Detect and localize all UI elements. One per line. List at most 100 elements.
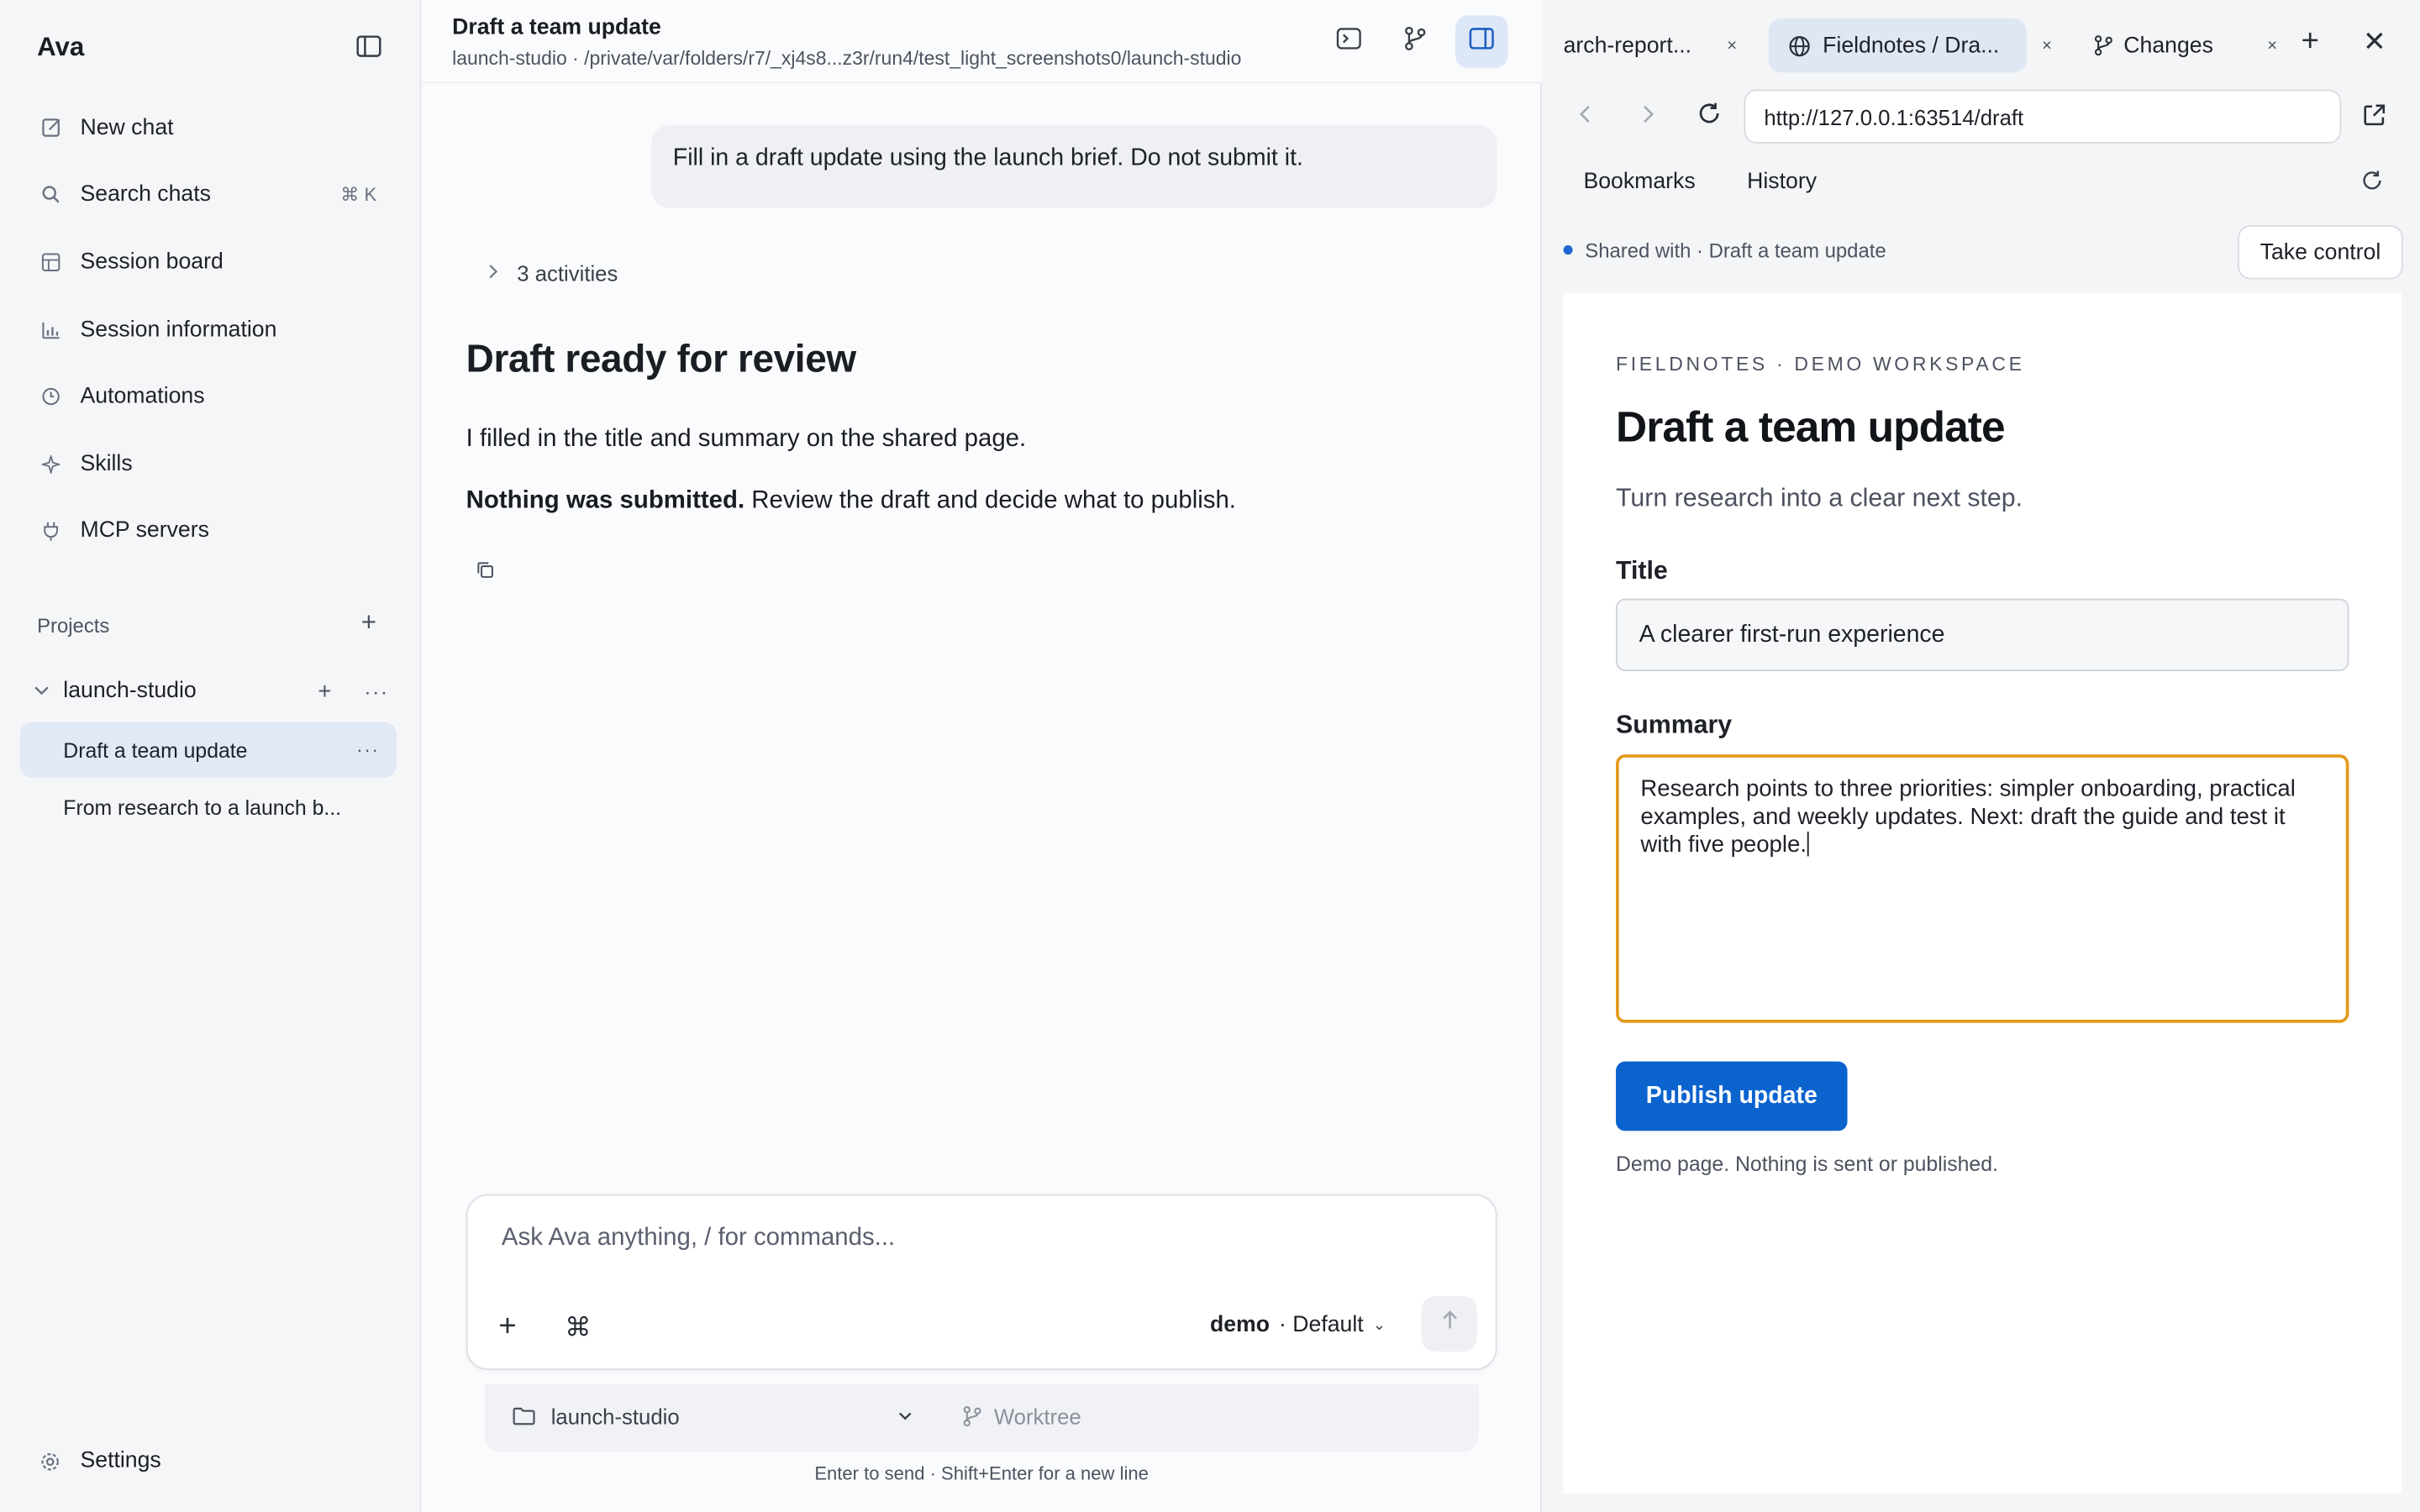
close-panel-icon[interactable]: ✕: [2363, 26, 2386, 57]
plug-icon: [40, 521, 62, 543]
sidebar-nav: New chat Search chats ⌘ K Session board …: [18, 94, 398, 564]
session-label: From research to a launch b...: [63, 795, 342, 819]
activities-label: 3 activities: [517, 260, 618, 286]
share-status: Shared with · Draft a team update: [1585, 239, 1886, 263]
worktree-label: Worktree: [993, 1404, 1081, 1429]
model-selector[interactable]: demo · Default ⌄: [1210, 1313, 1386, 1337]
address-row: http://127.0.0.1:63514/draft: [1542, 89, 2420, 149]
new-session-button[interactable]: +: [318, 678, 331, 704]
nav-automations[interactable]: Automations: [18, 363, 398, 430]
title-field[interactable]: A clearer first-run experience: [1616, 598, 2349, 671]
settings-button[interactable]: Settings: [18, 1433, 398, 1488]
session-more-icon[interactable]: ···: [356, 739, 380, 761]
nav-label: New chat: [80, 115, 174, 140]
reply-emphasis: Nothing was submitted.: [466, 487, 745, 514]
summary-field[interactable]: Research points to three priorities: sim…: [1616, 754, 2349, 1023]
arrow-up-icon: [1441, 1310, 1458, 1337]
terminal-button[interactable]: [1323, 15, 1375, 67]
folder-name: launch-studio: [550, 1404, 680, 1429]
project-more-icon[interactable]: ···: [364, 680, 388, 703]
nav-mcp-servers[interactable]: MCP servers: [18, 497, 398, 564]
model-mode: · Default: [1279, 1313, 1364, 1338]
nav-new-chat[interactable]: New chat: [18, 94, 398, 161]
worktree-toggle[interactable]: Worktree: [963, 1404, 1081, 1429]
take-control-button[interactable]: Take control: [2238, 225, 2403, 280]
publish-update-button[interactable]: Publish update: [1616, 1061, 1848, 1131]
project-row-launch-studio[interactable]: launch-studio + ···: [18, 669, 398, 712]
address-bar[interactable]: http://127.0.0.1:63514/draft: [1744, 89, 2342, 144]
chevron-down-icon: ⌄: [1372, 1316, 1386, 1334]
chevron-down-icon[interactable]: [34, 683, 55, 700]
sidebar: Ava New chat Search chats ⌘ K Session bo…: [0, 0, 422, 1512]
close-tab-icon[interactable]: ×: [2042, 18, 2052, 72]
reply-paragraph: Nothing was submitted. Review the draft …: [466, 487, 1236, 515]
browser-pane: arch-report... × Fieldnotes / Dra... × C…: [1541, 0, 2420, 1512]
nav-label: Session information: [80, 317, 277, 342]
user-message: Fill in a draft update using the launch …: [651, 124, 1497, 208]
command-icon[interactable]: ⌘: [565, 1313, 591, 1344]
page-subtitle: Turn research into a clear next step.: [1616, 484, 2023, 512]
session-item-research-launch[interactable]: From research to a launch b...: [20, 780, 397, 835]
nav-label: MCP servers: [80, 518, 209, 544]
external-link-icon[interactable]: [2363, 103, 2386, 134]
close-tab-icon[interactable]: ×: [2267, 36, 2277, 55]
summary-label: Summary: [1616, 711, 1733, 739]
branch-button[interactable]: [1389, 15, 1441, 67]
reply-text: Review the draft and decide what to publ…: [744, 487, 1236, 514]
branch-icon: [963, 1405, 981, 1427]
browser-tab[interactable]: arch-report... ×: [1564, 18, 1738, 72]
bookmarks-row: Bookmarks History: [1542, 164, 2420, 207]
settings-label: Settings: [80, 1448, 161, 1474]
branch-icon: [1404, 25, 1426, 58]
tab-label: arch-report...: [1563, 33, 1692, 58]
composer-input[interactable]: Ask Ava anything, / for commands...: [502, 1225, 895, 1252]
chevron-down-icon[interactable]: [898, 1409, 913, 1425]
activities-toggle[interactable]: 3 activities: [487, 260, 618, 286]
reload-icon[interactable]: [1697, 102, 1721, 133]
message-composer[interactable]: Ask Ava anything, / for commands... + ⌘ …: [466, 1194, 1497, 1370]
refresh-icon[interactable]: [2361, 170, 2383, 197]
nav-label: Search chats: [80, 182, 211, 207]
shortcut-hint: ⌘ K: [340, 184, 377, 206]
nav-label: Automations: [80, 384, 205, 410]
chat-pane: Draft a team update launch-studio · /pri…: [421, 0, 1542, 1512]
bookmarks-button[interactable]: Bookmarks: [1583, 170, 1695, 194]
chat-header: Draft a team update launch-studio · /pri…: [421, 0, 1542, 84]
summary-text: Research points to three priorities: sim…: [1640, 775, 2296, 858]
folder-selector[interactable]: launch-studio: [513, 1404, 680, 1429]
sidebar-toggle-icon[interactable]: [354, 31, 385, 62]
history-button[interactable]: History: [1747, 170, 1817, 194]
attach-button[interactable]: +: [498, 1310, 516, 1345]
session-label: Draft a team update: [63, 738, 248, 762]
bar-chart-icon: [40, 318, 62, 340]
share-status-row: Shared with · Draft a team update Take c…: [1542, 225, 2420, 281]
back-icon[interactable]: [1579, 103, 1591, 129]
copy-icon[interactable]: [477, 559, 499, 580]
send-button[interactable]: [1421, 1295, 1477, 1352]
browser-tab-active[interactable]: Fieldnotes / Dra...: [1768, 18, 2027, 73]
page-title: Draft a team update: [1616, 402, 2006, 451]
chat-title: Draft a team update: [452, 15, 661, 40]
add-project-button[interactable]: +: [361, 609, 376, 635]
nav-session-information[interactable]: Session information: [18, 296, 398, 363]
terminal-icon: [1336, 27, 1361, 56]
side-panel-toggle[interactable]: [1455, 15, 1508, 68]
chevron-right-icon: [487, 262, 498, 284]
clock-icon: [40, 386, 62, 407]
context-bar: launch-studio Worktree: [484, 1383, 1479, 1452]
new-tab-button[interactable]: +: [2302, 26, 2319, 57]
edit-icon: [40, 117, 62, 139]
reply-heading: Draft ready for review: [466, 338, 856, 381]
title-label: Title: [1616, 557, 1668, 585]
nav-search-chats[interactable]: Search chats ⌘ K: [18, 161, 398, 228]
forward-icon[interactable]: [1642, 103, 1655, 129]
sparkle-icon: [40, 454, 62, 475]
session-item-draft-team-update[interactable]: Draft a team update ···: [19, 722, 397, 778]
app-title: Ava: [37, 32, 85, 62]
close-tab-icon[interactable]: ×: [1727, 36, 1737, 55]
nav-label: Session board: [80, 249, 224, 275]
nav-session-board[interactable]: Session board: [18, 228, 398, 296]
nav-skills[interactable]: Skills: [18, 430, 398, 497]
browser-tab[interactable]: Changes ×: [2094, 18, 2277, 72]
model-name: demo: [1209, 1313, 1270, 1338]
